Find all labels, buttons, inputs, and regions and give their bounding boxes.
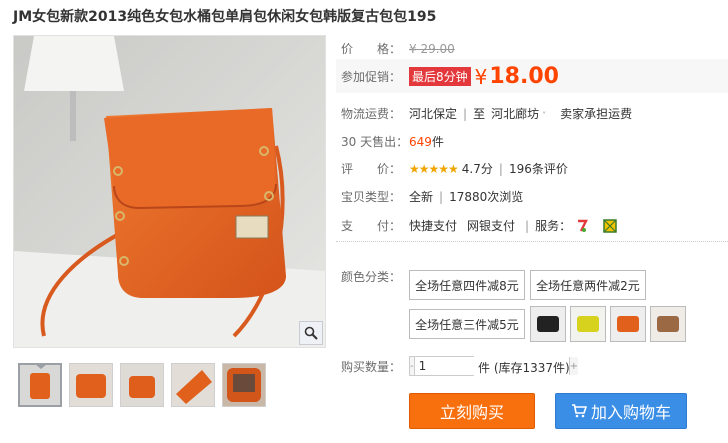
shipping-row: 物流运费： 河北保定 | 至 河北廊坊 ˅ 卖家承担运费 — [341, 105, 632, 122]
view-count: 17880次浏览 — [449, 190, 524, 204]
ship-to-value: 河北廊坊 — [491, 107, 540, 121]
add-to-cart-button[interactable]: 加入购物车 — [555, 393, 687, 429]
separator: | — [463, 106, 468, 121]
currency-symbol: ¥ — [474, 64, 488, 89]
rating-row: 评 价： ★★★★★ 4.7分 | 196条评价 — [341, 160, 568, 177]
chevron-down-icon: ˅ — [542, 111, 547, 120]
quantity-stepper: - + — [409, 356, 578, 376]
rating-score: 4.7分 — [461, 162, 493, 176]
section-divider — [336, 241, 728, 242]
cart-icon — [571, 404, 587, 418]
type-row: 宝贝类型： 全新 | 17880次浏览 — [341, 188, 523, 205]
review-count-link[interactable]: 196条评价 — [509, 160, 568, 177]
increment-button[interactable]: + — [569, 357, 578, 375]
star-rating: ★★★★★ — [409, 161, 459, 176]
seven-day-return-icon[interactable] — [575, 219, 589, 233]
add-to-cart-label: 加入购物车 — [590, 403, 671, 422]
rating-label: 评 价： — [341, 162, 402, 176]
thumbnail-5[interactable] — [222, 363, 266, 407]
sales-label: 30 天售出： — [341, 135, 409, 149]
buy-now-button[interactable]: 立刻购买 — [409, 393, 535, 429]
zoom-button[interactable] — [299, 321, 323, 345]
swatch-black-bag[interactable] — [530, 306, 566, 342]
stock-info: 件 (库存1337件) — [478, 359, 570, 376]
payment-row: 支 付： 快捷支付 网银支付 | 服务： — [341, 217, 617, 234]
swatch-yellow-bag[interactable] — [570, 306, 606, 342]
thumbnail-1[interactable] — [18, 363, 62, 407]
payment-method-1: 快捷支付 — [409, 219, 458, 233]
service-label: 服务： — [535, 219, 572, 233]
swatch-orange-bag[interactable] — [610, 306, 646, 342]
thumbnail-3[interactable] — [120, 363, 164, 407]
option-button-1[interactable]: 全场任意四件减8元 — [409, 270, 525, 300]
price-label: 价 格： — [341, 42, 402, 56]
ship-to-select[interactable]: 河北廊坊 ˅ — [491, 105, 546, 122]
color-label: 颜色分类： — [341, 270, 402, 284]
promo-row: 参加促销： 最后8分钟 ¥ 18.00 — [341, 64, 559, 89]
thumbnail-2[interactable] — [69, 363, 113, 407]
original-price: ¥ 29.00 — [409, 41, 455, 56]
thumbnail-4[interactable] — [171, 363, 215, 407]
payment-label: 支 付： — [341, 219, 402, 233]
thumbnail-strip — [18, 363, 273, 407]
quality-icon[interactable] — [603, 218, 617, 233]
type-label: 宝贝类型： — [341, 190, 402, 204]
separator: | — [525, 218, 530, 233]
separator: | — [498, 161, 503, 176]
sales-unit: 件 — [431, 135, 444, 149]
color-label-row: 颜色分类： — [341, 268, 409, 285]
sales-count: 649 — [409, 134, 432, 149]
payment-method-2: 网银支付 — [467, 219, 516, 233]
item-type: 全新 — [409, 190, 434, 204]
separator: | — [439, 189, 444, 204]
option-button-2[interactable]: 全场任意两件减2元 — [530, 270, 646, 300]
price-row: 价 格： ¥ 29.00 — [341, 40, 455, 57]
option-button-3[interactable]: 全场任意三件减5元 — [409, 309, 525, 339]
stock-text: 件 (库存1337件) — [478, 361, 570, 375]
ship-from: 河北保定 — [409, 107, 458, 121]
quantity-row: 购买数量： — [341, 358, 409, 375]
magnifier-icon — [304, 326, 318, 340]
promo-tag: 最后8分钟 — [409, 67, 471, 86]
product-title: JM女包新款2013纯色女包水桶包单肩包休闲女包韩版复古包包195 — [13, 9, 437, 25]
promo-price: 18.00 — [489, 64, 559, 89]
main-product-image[interactable] — [13, 35, 326, 348]
promo-label: 参加促销： — [341, 70, 402, 84]
shipping-label: 物流运费： — [341, 107, 402, 121]
shipping-note: 卖家承担运费 — [560, 107, 633, 121]
quantity-label: 购买数量： — [341, 360, 402, 374]
swatch-brown-bag[interactable] — [650, 306, 686, 342]
sales-row: 30 天售出： 649 件 — [341, 133, 444, 150]
bag-photo — [14, 36, 325, 347]
ship-to-prefix: 至 — [473, 107, 486, 121]
